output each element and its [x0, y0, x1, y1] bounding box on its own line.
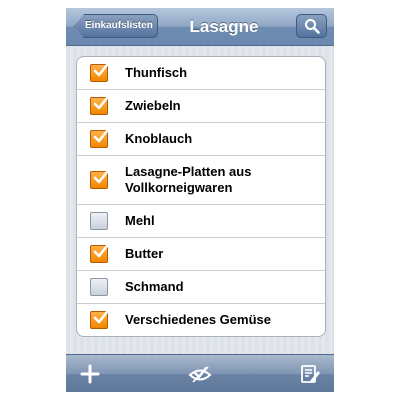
- item-label: Thunfisch: [125, 65, 188, 80]
- edit-list-button[interactable]: [298, 363, 322, 385]
- checkmark-icon: [93, 244, 109, 258]
- list-item[interactable]: Mehl: [77, 205, 325, 238]
- item-label: Butter: [125, 246, 164, 261]
- list-item[interactable]: Zwiebeln: [77, 90, 325, 123]
- shopping-list: Thunfisch Zwiebeln Knoblauch Lasagne-Pla…: [76, 56, 326, 337]
- page-title: Lasagne: [189, 17, 259, 36]
- checkbox[interactable]: [90, 170, 109, 189]
- list-item[interactable]: Thunfisch: [77, 57, 325, 90]
- checkbox[interactable]: [90, 310, 109, 329]
- search-button[interactable]: [296, 14, 327, 38]
- checkmark-icon: [93, 63, 109, 77]
- checkmark-icon: [93, 129, 109, 143]
- back-button[interactable]: Einkaufslisten: [74, 14, 158, 38]
- checkmark-icon: [93, 170, 109, 184]
- list-item[interactable]: Butter: [77, 238, 325, 271]
- navigation-bar: Einkaufslisten Lasagne: [66, 8, 334, 46]
- item-label: Mehl: [125, 213, 155, 228]
- bottom-toolbar: [66, 354, 334, 392]
- plus-icon: [80, 364, 100, 384]
- search-icon: [305, 19, 320, 34]
- item-label: Zwiebeln: [125, 98, 181, 113]
- checkbox[interactable]: [90, 63, 109, 82]
- checkmark-icon: [93, 96, 109, 110]
- checkbox[interactable]: [90, 129, 109, 148]
- item-label: Lasagne-Platten aus Vollkorneigwaren: [125, 164, 252, 195]
- item-label: Knoblauch: [125, 131, 193, 146]
- list-background: Thunfisch Zwiebeln Knoblauch Lasagne-Pla…: [66, 46, 334, 354]
- checkbox[interactable]: [90, 244, 109, 263]
- checkmark-icon: [93, 310, 109, 324]
- app-screen: Einkaufslisten Lasagne Thunfisch Zwiebel…: [66, 8, 334, 392]
- checkbox[interactable]: [90, 96, 109, 115]
- list-item[interactable]: Schmand: [77, 271, 325, 304]
- list-item[interactable]: Lasagne-Platten aus Vollkorneigwaren: [77, 156, 325, 205]
- edit-list-icon: [301, 365, 320, 383]
- add-item-button[interactable]: [78, 363, 102, 385]
- checkbox[interactable]: [90, 212, 108, 230]
- list-item[interactable]: Verschiedenes Gemüse: [77, 304, 325, 336]
- item-label: Schmand: [125, 279, 184, 294]
- checkbox[interactable]: [90, 278, 108, 296]
- hide-checked-button[interactable]: [188, 363, 212, 385]
- list-item[interactable]: Knoblauch: [77, 123, 325, 156]
- item-label: Verschiedenes Gemüse: [125, 312, 271, 327]
- hide-checked-icon: [188, 366, 212, 383]
